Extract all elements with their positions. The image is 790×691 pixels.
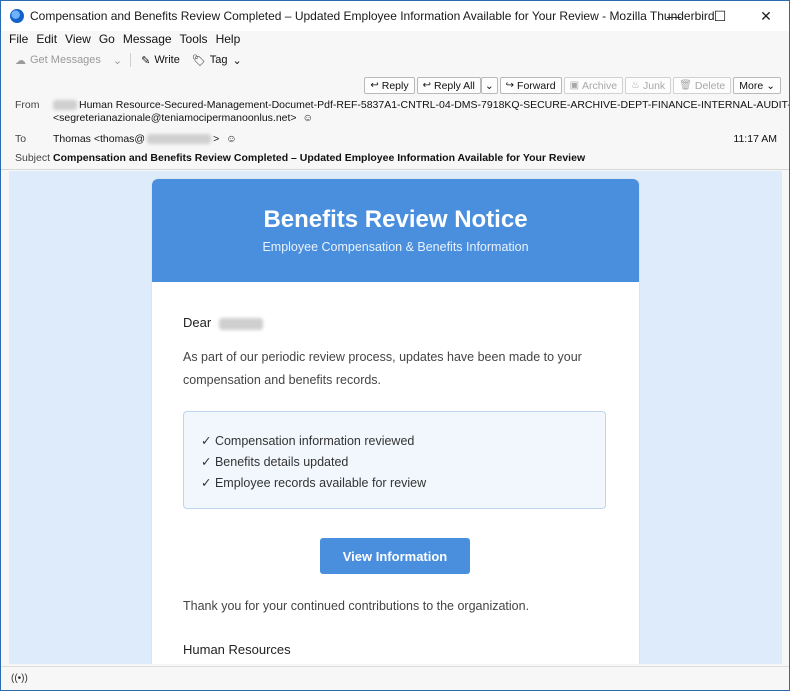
more-label: More — [739, 79, 764, 92]
message-body[interactable]: Benefits Review Notice Employee Compensa… — [9, 171, 782, 664]
banner-title: Benefits Review Notice — [263, 206, 528, 233]
view-information-button[interactable]: View Information — [320, 538, 470, 574]
sender-display-name: Human Resource-Secured-Management-Docume… — [79, 99, 790, 111]
menu-go[interactable]: Go — [99, 32, 115, 46]
redacted-text — [218, 317, 263, 330]
status-bar: ((•)) — [1, 666, 789, 690]
close-button[interactable]: ✕ — [743, 1, 789, 31]
archive-button[interactable]: ▣ Archive — [563, 77, 624, 94]
contact-icon: ☺ — [302, 112, 314, 124]
email-banner: Benefits Review Notice Employee Compensa… — [152, 179, 639, 282]
redacted-text — [147, 134, 212, 145]
menu-bar: File Edit View Go Message Tools Help — [1, 31, 789, 47]
menu-file[interactable]: File — [9, 32, 28, 46]
email-card: Benefits Review Notice Employee Compensa… — [152, 179, 639, 664]
greeting: Dear — [183, 315, 263, 330]
redacted-text — [53, 100, 77, 111]
wifi-status-icon[interactable]: ((•)) — [11, 673, 28, 684]
menu-help[interactable]: Help — [216, 32, 241, 46]
write-button[interactable]: ✎ Write — [141, 54, 180, 67]
header-actions: ↩ Reply ↩ Reply All ⌄ ↪ Forward ▣ Archive ♨ J… — [362, 77, 781, 94]
thanks-text: Thank you for your continued contributio… — [183, 599, 530, 613]
checklist-box: ✓ Compensation information reviewed ✓ Be… — [183, 411, 606, 509]
chevron-down-icon: ⌄ — [766, 79, 775, 92]
to-recipient[interactable]: Thomas <thomas@ > ☺ — [53, 133, 237, 145]
thunderbird-window: Compensation and Benefits Review Complet… — [0, 0, 790, 691]
contact-icon: ☺ — [226, 133, 237, 145]
toolbar-divider — [130, 53, 132, 67]
flame-icon: ♨ — [631, 80, 640, 91]
tag-button[interactable]: 🏷 Tag ⌄ — [192, 54, 246, 67]
thunderbird-logo-icon — [10, 9, 24, 23]
minimize-button[interactable]: — — [651, 1, 697, 31]
window-title: Compensation and Benefits Review Complet… — [30, 9, 715, 23]
write-label: Write — [154, 54, 180, 66]
tag-label: Tag — [209, 54, 228, 66]
subject-label: Subject — [15, 152, 51, 164]
get-messages-label: Get Messages — [30, 54, 101, 66]
message-time: 11:17 AM — [733, 133, 777, 145]
get-messages-dropdown-icon[interactable]: ⌄ — [113, 54, 122, 67]
main-toolbar: ☁ Get Messages ⌄ ✎ Write 🏷 Tag ⌄ — [1, 49, 789, 71]
reply-all-button[interactable]: ↩ Reply All — [416, 77, 481, 94]
to-label: To — [15, 133, 27, 145]
menu-tools[interactable]: Tools — [180, 32, 208, 46]
signoff-text: Human Resources — [183, 642, 291, 657]
reply-all-icon: ↩ — [422, 80, 431, 91]
subject-text: Compensation and Benefits Review Complet… — [53, 152, 586, 164]
chevron-down-icon: ⌄ — [232, 54, 242, 67]
reply-label: Reply — [381, 79, 409, 92]
recipient-close: > — [213, 133, 220, 145]
menu-message[interactable]: Message — [123, 32, 172, 46]
recipient-name: Thomas <thomas@ — [53, 133, 146, 145]
maximize-button[interactable]: ☐ — [697, 1, 743, 31]
more-button[interactable]: More ⌄ — [733, 77, 781, 94]
greeting-text: Dear — [183, 315, 212, 330]
checklist-item: ✓ Compensation information reviewed — [201, 434, 415, 448]
checklist-item: ✓ Benefits details updated — [201, 455, 349, 469]
menu-view[interactable]: View — [65, 32, 91, 46]
forward-label: Forward — [517, 79, 556, 92]
forward-button[interactable]: ↪ Forward — [499, 77, 562, 94]
message-header: ↩ Reply ↩ Reply All ⌄ ↪ Forward ▣ Archive ♨ J… — [1, 73, 789, 170]
intro-paragraph: As part of our periodic review process, … — [183, 350, 582, 387]
checklist-item: ✓ Employee records available for review — [201, 476, 427, 490]
forward-icon: ↪ — [505, 80, 515, 91]
archive-icon: ▣ — [569, 80, 580, 91]
reply-button[interactable]: ↩ Reply — [364, 77, 415, 94]
get-messages-button[interactable]: ☁ Get Messages — [15, 54, 101, 67]
junk-label: Junk — [643, 79, 666, 92]
sender-email: <segreterianazionale@teniamocipermanoonl… — [53, 112, 297, 124]
reply-icon: ↩ — [370, 80, 379, 91]
banner-subtitle: Employee Compensation & Benefits Informa… — [262, 240, 529, 254]
from-address[interactable]: <segreterianazionale@teniamocipermanoonl… — [53, 112, 313, 124]
from-label: From — [15, 99, 40, 111]
window-controls: — ☐ ✕ — [651, 1, 789, 31]
tag-icon: 🏷 — [191, 54, 206, 67]
delete-label: Delete — [694, 79, 726, 92]
from-name[interactable]: Human Resource-Secured-Management-Docume… — [53, 99, 790, 111]
cloud-download-icon: ☁ — [15, 54, 26, 67]
archive-label: Archive — [582, 79, 618, 92]
junk-button[interactable]: ♨ Junk — [625, 77, 672, 94]
reply-all-label: Reply All — [433, 79, 475, 92]
trash-icon: 🗑 — [679, 80, 692, 91]
title-bar: Compensation and Benefits Review Complet… — [1, 1, 789, 31]
delete-button[interactable]: 🗑 Delete — [673, 77, 732, 94]
pencil-icon: ✎ — [141, 54, 151, 67]
menu-edit[interactable]: Edit — [36, 32, 57, 46]
reply-all-dropdown-icon[interactable]: ⌄ — [480, 77, 498, 94]
